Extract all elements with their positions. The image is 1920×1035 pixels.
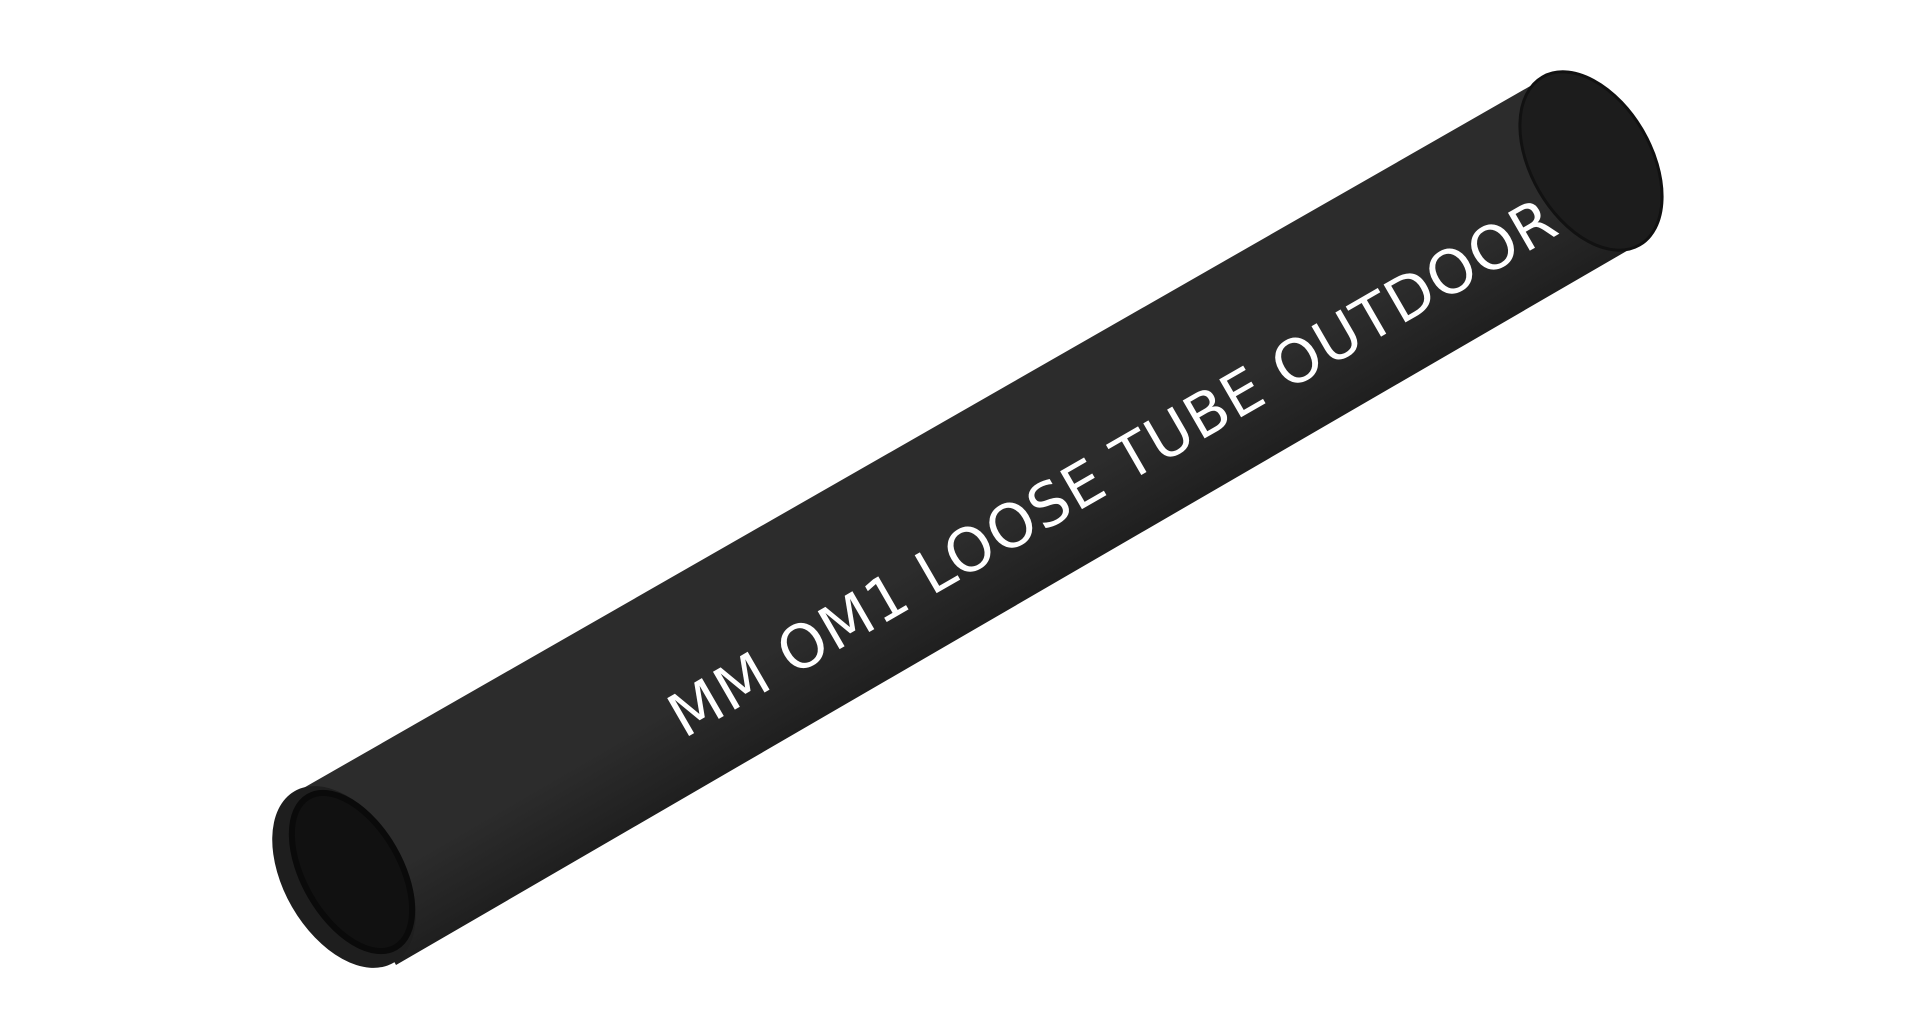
- tube-illustration: MM OM1 LOOSE TUBE OUTDOOR: [272, 70, 1664, 968]
- tube-label: MM OM1 LOOSE TUBE OUTDOOR: [657, 185, 1570, 752]
